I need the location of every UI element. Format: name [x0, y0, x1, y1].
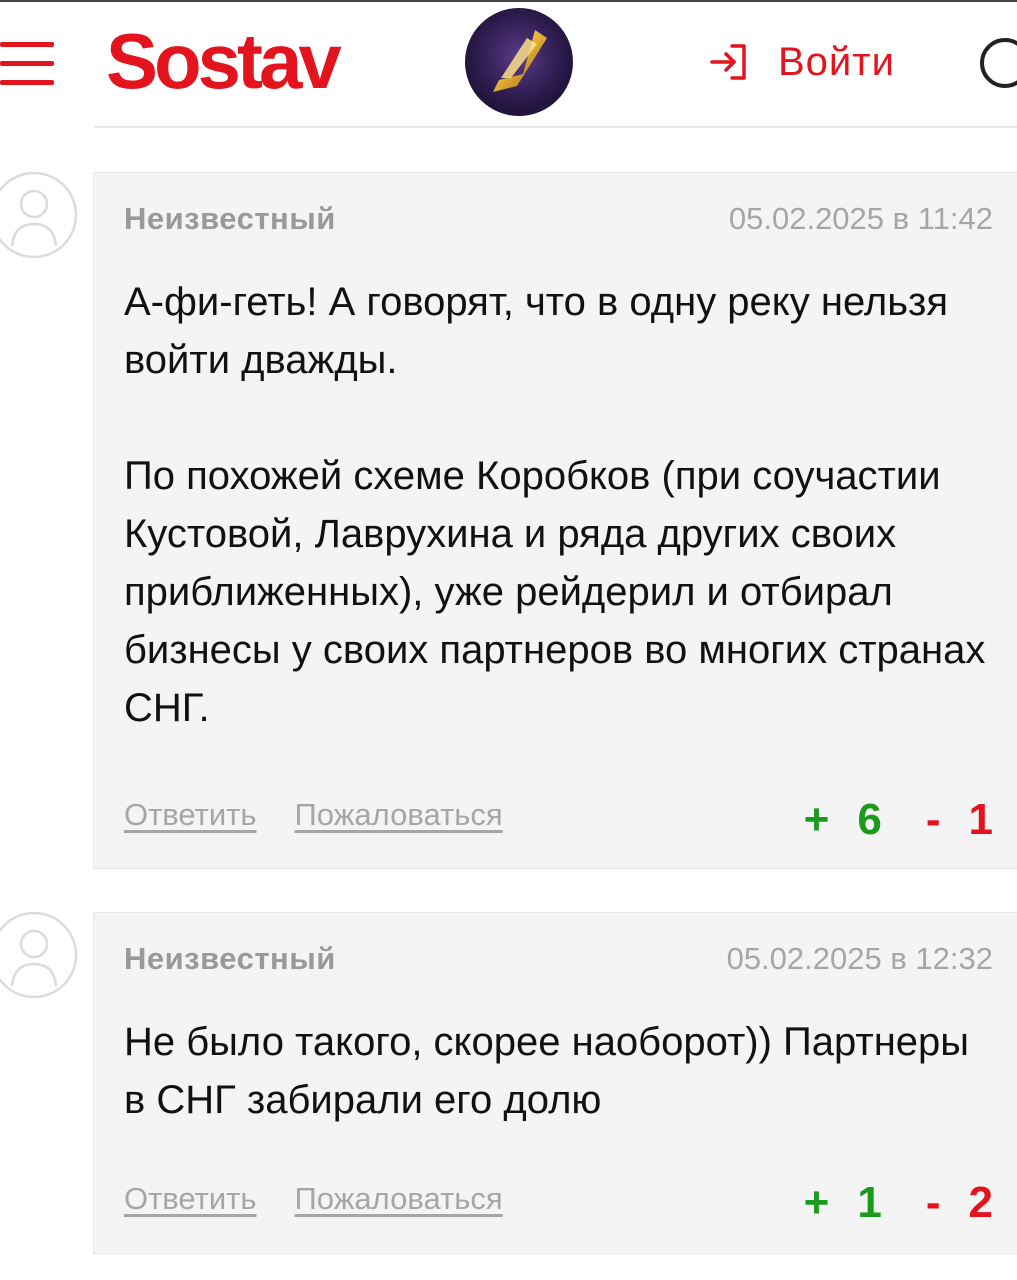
upvote-button[interactable]: + 6 [804, 795, 882, 845]
vote-controls: + 6 - 1 [804, 795, 993, 845]
comment-actions: Ответить Пожаловаться [124, 1181, 503, 1221]
upvote-sign: + [803, 1178, 830, 1227]
downvote-button[interactable]: - 2 [926, 1178, 993, 1228]
comment-text: А-фи-геть! А говорят, что в одну реку не… [124, 273, 994, 737]
upvote-count: 6 [857, 795, 882, 844]
downvote-button[interactable]: - 1 [926, 795, 993, 845]
comment-paragraph: Не было такого, скорее наоборот)) Партне… [124, 1020, 970, 1122]
report-link[interactable]: Пожаловаться [295, 1181, 503, 1221]
comment-author: Неизвестный [124, 201, 336, 236]
reply-link[interactable]: Ответить [124, 1181, 257, 1221]
downvote-count: 2 [968, 1178, 993, 1227]
report-link[interactable]: Пожаловаться [295, 797, 503, 837]
search-icon[interactable] [980, 38, 1017, 88]
reply-link[interactable]: Ответить [124, 797, 257, 837]
comment-card: Неизвестный 05.02.2025 в 11:42 А-фи-геть… [93, 172, 1017, 869]
comment-text: Не было такого, скорее наоборот)) Партне… [124, 1013, 994, 1129]
vote-controls: + 1 - 2 [804, 1178, 993, 1228]
hamburger-menu-icon[interactable] [0, 40, 56, 88]
comment-date: 05.02.2025 в 12:32 [726, 941, 993, 976]
header-divider [95, 118, 1017, 128]
user-placeholder-icon [0, 172, 78, 258]
comment-date: 05.02.2025 в 11:42 [728, 201, 993, 236]
user-placeholder-icon [0, 912, 78, 998]
site-header: Sostav Войти [0, 0, 1017, 120]
login-label: Войти [778, 39, 895, 84]
comment-paragraph: А-фи-геть! А говорят, что в одну реку не… [124, 280, 949, 382]
upvote-count: 1 [857, 1178, 882, 1227]
downvote-count: 1 [968, 795, 993, 844]
comment-author: Неизвестный [124, 941, 336, 976]
upvote-button[interactable]: + 1 [804, 1178, 882, 1228]
downvote-sign: - [925, 1178, 941, 1227]
login-button[interactable]: Войти [708, 32, 895, 92]
comment-paragraph: По похожей схеме Коробков (при соучастии… [124, 454, 986, 730]
login-arrow-icon [710, 44, 746, 80]
downvote-sign: - [925, 795, 941, 844]
upvote-sign: + [803, 795, 830, 844]
comment-actions: Ответить Пожаловаться [124, 797, 503, 837]
promo-emblem-icon[interactable] [465, 8, 573, 116]
site-logo[interactable]: Sostav [106, 22, 342, 100]
comment-card: Неизвестный 05.02.2025 в 12:32 Не было т… [93, 912, 1017, 1254]
